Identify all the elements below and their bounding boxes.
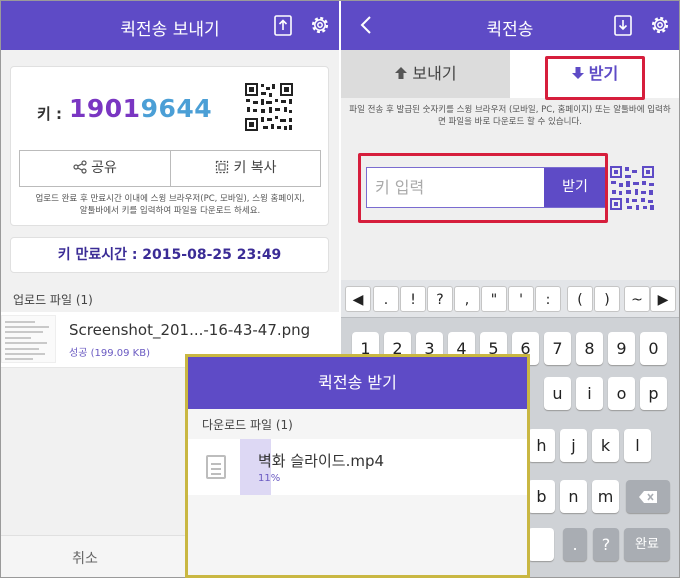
symbol-row: ◀ . ! ? , " ' : ( ) ~ ▶ [341,280,679,318]
file-thumbnail [1,315,56,363]
send-notice: 업로드 완료 후 만료시간 이내에 스윙 브라우저(PC, 모바일), 스윙 홈… [35,194,305,216]
send-header: 퀵전송 보내기 [1,1,339,50]
share-icon [73,160,87,174]
upload-icon[interactable] [271,13,295,37]
letter-key[interactable]: n [560,480,587,513]
download-file-row[interactable]: 벽화 슬라이드.mp4 11% [188,439,527,495]
number-key[interactable]: 9 [608,332,635,365]
letter-key[interactable]: b [528,480,555,513]
keyboard-left-arrow-icon[interactable]: ◀ [345,286,371,312]
symbol-key[interactable]: ) [594,286,620,312]
receive-dialog: 퀵전송 받기 다운로드 파일 (1) 벽화 슬라이드.mp4 11% [185,354,530,578]
settings-gear-icon[interactable] [648,13,672,37]
key-value: 19019644 [69,94,212,123]
key-value-part1: 1901 [69,94,141,123]
upload-file-name: Screenshot_201...-16-43-47.png [69,321,311,339]
download-progress-text: 11% [258,473,281,484]
letter-key[interactable]: u [544,377,571,410]
file-icon [206,455,226,479]
receive-tab-highlight [545,56,645,100]
number-key[interactable]: 0 [640,332,667,365]
qr-code-icon [244,82,294,132]
letter-key[interactable]: o [608,377,635,410]
symbol-key[interactable]: ( [567,286,593,312]
upload-section-title: 업로드 파일 (1) [13,293,93,307]
key-expiry: 키 만료시간 : 2015-08-25 23:49 [10,237,329,273]
letter-key[interactable]: k [592,429,619,462]
input-highlight [358,153,608,223]
send-arrow-icon [395,67,408,79]
letter-key[interactable]: j [560,429,587,462]
done-key[interactable]: 완료 [624,528,670,561]
symbol-key[interactable]: ! [400,286,426,312]
number-key[interactable]: 7 [544,332,571,365]
letter-key[interactable]: i [576,377,603,410]
copy-key-button[interactable]: 키 복사 [171,151,321,186]
letter-key[interactable]: m [592,480,619,513]
settings-gear-icon[interactable] [308,13,332,37]
key-label: 키 : [37,105,63,123]
symbol-key[interactable]: ~ [624,286,650,312]
letter-key[interactable]: l [624,429,651,462]
tab-send[interactable]: 보내기 [341,50,510,98]
dialog-title: 퀵전송 받기 [188,357,527,409]
tab-send-label: 보내기 [412,64,457,83]
key-value-part2: 9644 [140,94,213,123]
key-card: 키 : 19019644 공유 키 복사 업로드 완료 후 만료시간 이내에 스… [10,66,329,226]
question-key[interactable]: ? [593,528,619,561]
backspace-icon [639,491,657,503]
symbol-key[interactable]: ' [508,286,534,312]
qr-scan-icon[interactable] [609,165,655,211]
keyboard-right-arrow-icon[interactable]: ▶ [650,286,676,312]
symbol-key[interactable]: , [454,286,480,312]
receive-notice: 파일 전송 후 발급된 숫자키를 스윙 브라우저 (모바일, PC, 홈페이지)… [349,105,671,127]
letter-key[interactable]: h [528,429,555,462]
download-file-name: 벽화 슬라이드.mp4 [258,452,385,470]
share-button[interactable]: 공유 [20,151,170,186]
period-key[interactable]: . [563,528,587,561]
cancel-button[interactable]: 취소 [1,548,169,568]
symbol-key[interactable]: ? [427,286,453,312]
upload-file-status: 성공 (199.09 KB) [69,348,150,359]
receive-header: 퀵전송 [341,1,679,50]
symbol-key[interactable]: " [481,286,507,312]
letter-key[interactable]: p [640,377,667,410]
copy-key-label: 키 복사 [233,160,277,176]
download-section-title: 다운로드 파일 (1) [202,418,293,432]
symbol-key[interactable]: . [373,286,399,312]
number-key[interactable]: 8 [576,332,603,365]
symbol-key[interactable]: : [535,286,561,312]
backspace-key[interactable] [626,480,670,513]
key-actions: 공유 키 복사 [19,150,321,187]
share-label: 공유 [91,160,117,176]
download-icon[interactable] [611,13,635,37]
space-key[interactable] [528,528,554,561]
copy-icon [216,160,229,174]
